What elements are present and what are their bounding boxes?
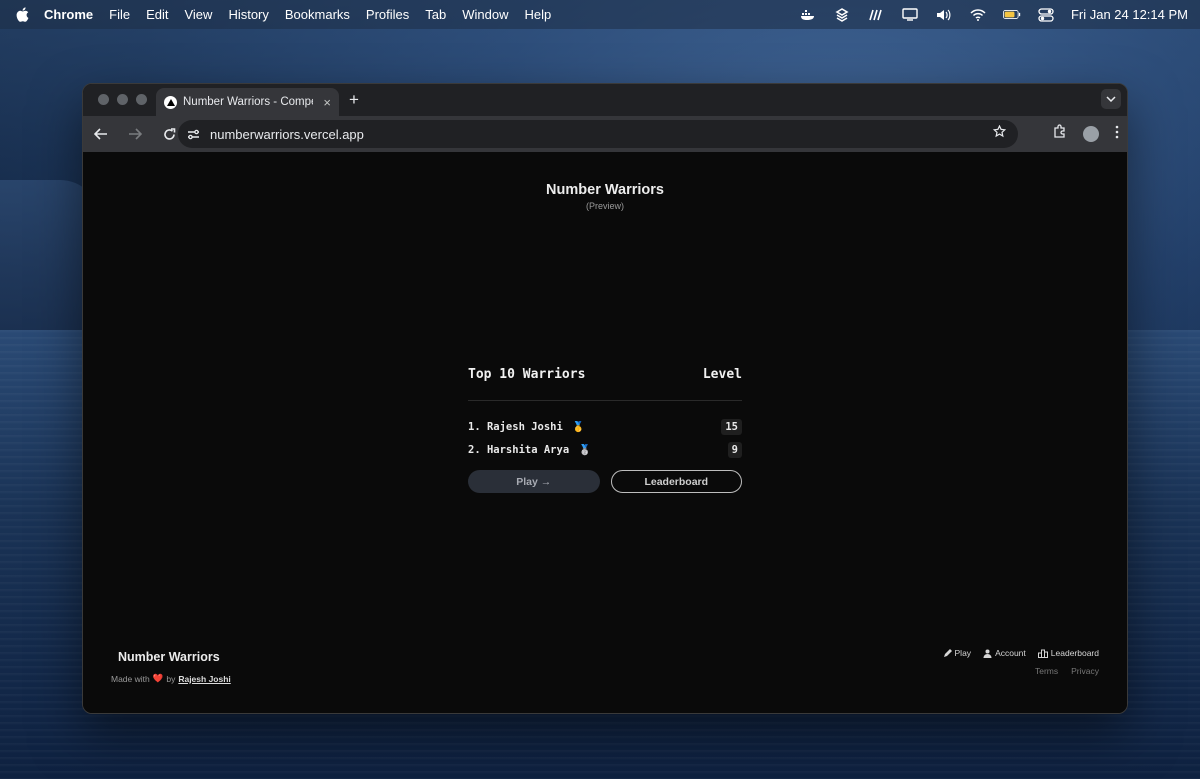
made-with-text: Made with [111, 673, 150, 684]
footer-title: Number Warriors [118, 650, 220, 664]
menubar-clock[interactable]: Fri Jan 24 12:14 PM [1071, 7, 1188, 22]
forward-arrow-icon[interactable] [126, 125, 144, 143]
author-link[interactable]: Rajesh Joshi [178, 674, 230, 684]
play-button[interactable]: Play → [468, 470, 600, 493]
url-text[interactable]: numberwarriors.vercel.app [210, 127, 364, 142]
menu-history[interactable]: History [228, 7, 268, 22]
display-icon[interactable] [901, 8, 919, 22]
volume-icon[interactable] [935, 8, 953, 22]
profile-avatar[interactable] [1083, 126, 1099, 142]
window-controls [98, 94, 147, 105]
docker-icon[interactable] [799, 8, 817, 22]
menu-edit[interactable]: Edit [146, 7, 168, 22]
privacy-link[interactable]: Privacy [1071, 666, 1099, 676]
footer-legal: Terms Privacy [1035, 666, 1099, 676]
apple-logo-icon[interactable] [14, 7, 30, 23]
back-arrow-icon[interactable] [92, 125, 110, 143]
menu-file[interactable]: File [109, 7, 130, 22]
bars-icon[interactable] [867, 8, 885, 22]
footer-link-leaderboard-label: Leaderboard [1050, 648, 1099, 658]
browser-window: Number Warriors - Compete, × + numberwar… [82, 83, 1128, 714]
new-tab-button[interactable]: + [349, 90, 359, 110]
extensions-puzzle-icon[interactable] [1052, 124, 1067, 144]
footer-link-play[interactable]: Play [943, 648, 972, 658]
footer-nav: Play Account Leaderboard [943, 648, 1099, 658]
address-bar[interactable]: numberwarriors.vercel.app [178, 120, 1018, 148]
player-level: 15 [721, 418, 742, 435]
leaderboard-row: 2. Harshita Arya 🥈 9 [468, 438, 742, 461]
tab-number-warriors[interactable]: Number Warriors - Compete, × [156, 88, 339, 116]
site-title[interactable]: Number Warriors [83, 182, 1127, 198]
tab-close-icon[interactable]: × [323, 95, 331, 110]
terms-link[interactable]: Terms [1035, 666, 1058, 676]
silver-medal-icon: 🥈 [578, 444, 591, 456]
toolbar-actions [1052, 124, 1119, 144]
leaderboard-header: Top 10 Warriors Level [468, 367, 742, 382]
battery-icon[interactable] [1002, 8, 1021, 22]
leaderboard-icon [1037, 649, 1048, 658]
player-name: 2. Harshita Arya [468, 443, 570, 456]
more-menu-icon[interactable] [1115, 125, 1119, 144]
menu-view[interactable]: View [184, 7, 212, 22]
leaderboard-actions: Play → Leaderboard [468, 470, 742, 493]
player-name: 1. Rajesh Joshi [468, 420, 563, 433]
leaderboard-button[interactable]: Leaderboard [610, 470, 742, 493]
close-window-button[interactable] [98, 94, 109, 105]
user-icon [983, 649, 992, 658]
site-settings-icon[interactable] [182, 123, 204, 145]
divider [468, 400, 742, 401]
control-center-icon[interactable] [1037, 7, 1055, 22]
footer-link-account-label: Account [995, 648, 1026, 658]
player-level: 9 [727, 441, 742, 458]
footer-link-leaderboard[interactable]: Leaderboard [1037, 648, 1099, 658]
level-heading: Level [702, 367, 742, 382]
browser-toolbar: numberwarriors.vercel.app [83, 116, 1127, 152]
leaderboard-heading: Top 10 Warriors [468, 367, 586, 382]
by-text: by [166, 673, 176, 684]
menu-bar: Chrome File Edit View History Bookmarks … [0, 0, 1200, 29]
menu-profiles[interactable]: Profiles [366, 7, 409, 22]
tab-strip: Number Warriors - Compete, × + [83, 84, 1127, 116]
bookmark-star-icon[interactable] [992, 124, 1007, 143]
footer-link-play-label: Play [954, 648, 972, 658]
menu-bookmarks[interactable]: Bookmarks [285, 7, 350, 22]
wifi-icon[interactable] [969, 8, 987, 22]
heart-icon: ❤️ [152, 673, 164, 683]
web-page: Number Warriors (Preview) Top 10 Warrior… [83, 152, 1127, 713]
reload-icon[interactable] [160, 125, 178, 143]
menu-tab[interactable]: Tab [425, 7, 446, 22]
site-subtitle: (Preview) [585, 201, 624, 211]
footer-credit: Made with ❤️ by Rajesh Joshi [111, 673, 231, 684]
menu-help[interactable]: Help [525, 7, 552, 22]
leaderboard-card: Top 10 Warriors Level 1. Rajesh Joshi 🥇 … [468, 367, 742, 493]
menu-window[interactable]: Window [462, 7, 508, 22]
vercel-triangle-icon [164, 95, 177, 109]
tab-search-button[interactable] [1101, 89, 1121, 109]
menu-app-name[interactable]: Chrome [44, 7, 93, 22]
maximize-window-button[interactable] [136, 94, 147, 105]
gold-medal-icon: 🥇 [572, 421, 585, 433]
pencil-icon [943, 648, 952, 657]
stack-icon[interactable] [833, 7, 851, 22]
leaderboard-row: 1. Rajesh Joshi 🥇 15 [468, 415, 742, 438]
footer-link-account[interactable]: Account [983, 648, 1026, 658]
tab-title: Number Warriors - Compete, [183, 96, 313, 108]
chevron-down-icon [1106, 96, 1116, 102]
minimize-window-button[interactable] [117, 94, 128, 105]
